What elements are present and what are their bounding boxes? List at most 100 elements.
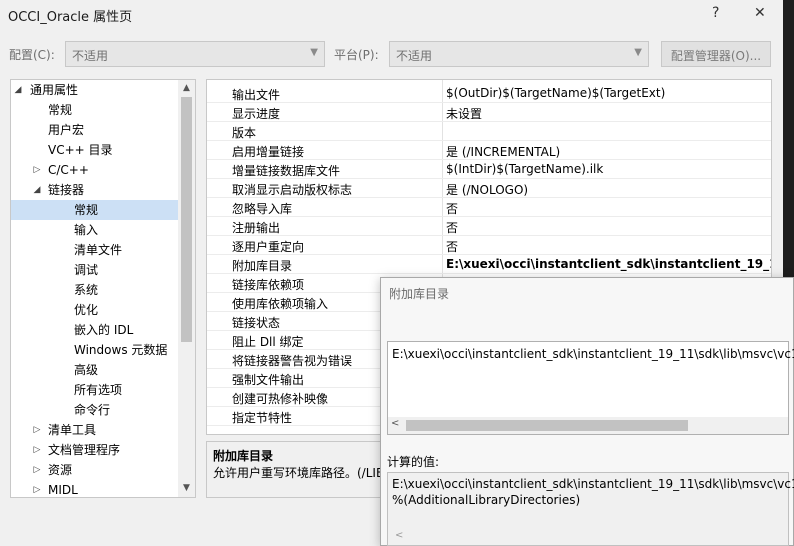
property-name: 附加库目录 [232,259,293,273]
config-manager-button[interactable]: 配置管理器(O)... [661,41,771,67]
tree-item-label: MIDL [48,483,78,497]
tree-item[interactable]: 嵌入的 IDL [11,320,178,340]
tree-scrollbar[interactable]: ▲ ▼ [178,80,195,497]
property-value[interactable]: 否 [446,200,458,217]
tree-item-label: 输入 [74,223,99,237]
tree-item[interactable]: ◢ 通用属性 [11,80,178,100]
property-name: 注册输出 [232,221,281,235]
property-row[interactable]: 忽略导入库 否 [207,198,771,217]
tree-item-label: VC++ 目录 [48,143,113,157]
tree-item[interactable]: ▷ 清单工具 [11,420,178,440]
computed-line: E:\xuexi\occi\instantclient_sdk\instantc… [392,477,794,491]
property-value[interactable]: $(OutDir)$(TargetName)$(TargetExt) [446,86,665,100]
scroll-left-icon[interactable]: < [391,418,399,429]
property-row[interactable]: 显示进度 未设置 [207,103,771,122]
tree-item[interactable]: 清单文件 [11,240,178,260]
platform-value: 不适用 [396,49,433,63]
tree-item-label: 嵌入的 IDL [74,323,134,337]
scroll-left-icon[interactable]: < [395,530,403,541]
tree-item[interactable]: 常规 [11,100,178,120]
tree-item[interactable]: 常规 [11,200,178,220]
window-title: OCCI_Oracle 属性页 [8,10,133,25]
property-name: 取消显示启动版权标志 [232,183,353,197]
collapsed-arrow-icon[interactable]: ▷ [32,440,42,460]
tree-item-label: 清单工具 [48,423,97,437]
computed-value-label: 计算的值: [387,455,440,469]
scroll-up-icon[interactable]: ▲ [178,80,195,97]
property-row[interactable]: 版本 [207,122,771,141]
property-row[interactable]: 附加库目录 E:\xuexi\occi\instantclient_sdk\ins… [207,255,771,274]
tree-item[interactable]: ▷ 文档管理程序 [11,440,178,460]
tree-item-label: C/C++ [48,163,89,177]
collapsed-arrow-icon[interactable]: ▷ [32,480,42,497]
tree-item-label: 系统 [74,283,99,297]
tree-item[interactable]: 系统 [11,280,178,300]
scrollbar-thumb[interactable] [181,97,192,342]
property-name: 版本 [232,126,257,140]
tree-item[interactable]: 所有选项 [11,380,178,400]
additional-library-dirs-dialog: 附加库目录 E:\xuexi\occi\instantclient_sdk\in… [380,277,794,546]
tree-item[interactable]: 优化 [11,300,178,320]
tree-item[interactable]: VC++ 目录 [11,140,178,160]
property-row[interactable]: 输出文件 $(OutDir)$(TargetName)$(TargetExt) [207,84,771,103]
property-value[interactable]: 否 [446,219,458,236]
directories-edit-box[interactable]: E:\xuexi\occi\instantclient_sdk\instantc… [387,341,794,435]
dialog-title: 附加库目录 [389,287,450,301]
property-name: 启用增量链接 [232,145,305,159]
tree-item[interactable]: ◢ 链接器 [11,180,178,200]
tree-item-label: 链接器 [48,183,85,197]
chevron-down-icon: ▼ [310,47,318,58]
tree-item[interactable]: ▷ MIDL [11,480,178,497]
tree-item[interactable]: 高级 [11,360,178,380]
chevron-down-icon: ▼ [634,47,642,58]
tree-item[interactable]: 命令行 [11,400,178,420]
tree-item-label: 清单文件 [74,243,123,257]
tree-item-label: 资源 [48,463,73,477]
expanded-arrow-icon[interactable]: ◢ [13,80,23,100]
property-row[interactable]: 注册输出 否 [207,217,771,236]
scrollbar-thumb[interactable] [406,420,688,431]
tree-item-label: 调试 [74,263,99,277]
close-icon[interactable]: ✕ [754,5,766,21]
property-name: 逐用户重定向 [232,240,305,254]
directory-line[interactable]: E:\xuexi\occi\instantclient_sdk\instantc… [392,347,794,361]
property-row[interactable]: 增量链接数据库文件 $(IntDir)$(TargetName).ilk [207,160,771,179]
tree-item[interactable]: 用户宏 [11,120,178,140]
property-value[interactable]: 是 (/INCREMENTAL) [446,143,560,160]
help-icon[interactable]: ? [712,5,719,21]
expanded-arrow-icon[interactable]: ◢ [32,180,42,200]
collapsed-arrow-icon[interactable]: ▷ [32,460,42,480]
property-name: 忽略导入库 [232,202,293,216]
tree-item[interactable]: ▷ C/C++ [11,160,178,180]
tree-item-label: 常规 [48,103,73,117]
collapsed-arrow-icon[interactable]: ▷ [32,420,42,440]
config-bar: 配置(C): 不适用 ▼ 平台(P): 不适用 ▼ 配置管理器(O)... [0,41,783,67]
property-row[interactable]: 启用增量链接 是 (/INCREMENTAL) [207,141,771,160]
property-value[interactable]: $(IntDir)$(TargetName).ilk [446,162,603,176]
description-title: 附加库目录 [213,449,274,463]
property-name: 输出文件 [232,88,281,102]
property-value[interactable]: E:\xuexi\occi\instantclient_sdk\instantc… [446,257,771,271]
tree-item[interactable]: 输入 [11,220,178,240]
tree-item-label: 常规 [74,203,99,217]
property-name: 增量链接数据库文件 [232,164,341,178]
property-tree[interactable]: ◢ 通用属性 常规 用户宏 VC++ 目录 ▷ C/C++ ◢ 链接器 常规 输入 清单文件 调试 系统优… [10,79,196,498]
tree-item-label: 优化 [74,303,99,317]
property-value[interactable]: 否 [446,238,458,255]
horizontal-scrollbar[interactable]: < [388,417,788,434]
tree-item[interactable]: Windows 元数据 [11,340,178,360]
collapsed-arrow-icon[interactable]: ▷ [32,160,42,180]
tree-item-label: Windows 元数据 [74,343,168,357]
platform-combo[interactable]: 不适用 ▼ [389,41,649,67]
property-row[interactable]: 取消显示启动版权标志 是 (/NOLOGO) [207,179,771,198]
scroll-down-icon[interactable]: ▼ [178,480,195,497]
property-value[interactable]: 是 (/NOLOGO) [446,181,528,198]
tree-item[interactable]: 调试 [11,260,178,280]
config-combo[interactable]: 不适用 ▼ [65,41,325,67]
tree-item-label: 所有选项 [74,383,123,397]
computed-line: %(AdditionalLibraryDirectories) [392,493,581,507]
property-value[interactable]: 未设置 [446,105,482,122]
property-row[interactable]: 逐用户重定向 否 [207,236,771,255]
tree-item[interactable]: ▷ 资源 [11,460,178,480]
computed-value-box: E:\xuexi\occi\instantclient_sdk\instantc… [387,472,794,546]
